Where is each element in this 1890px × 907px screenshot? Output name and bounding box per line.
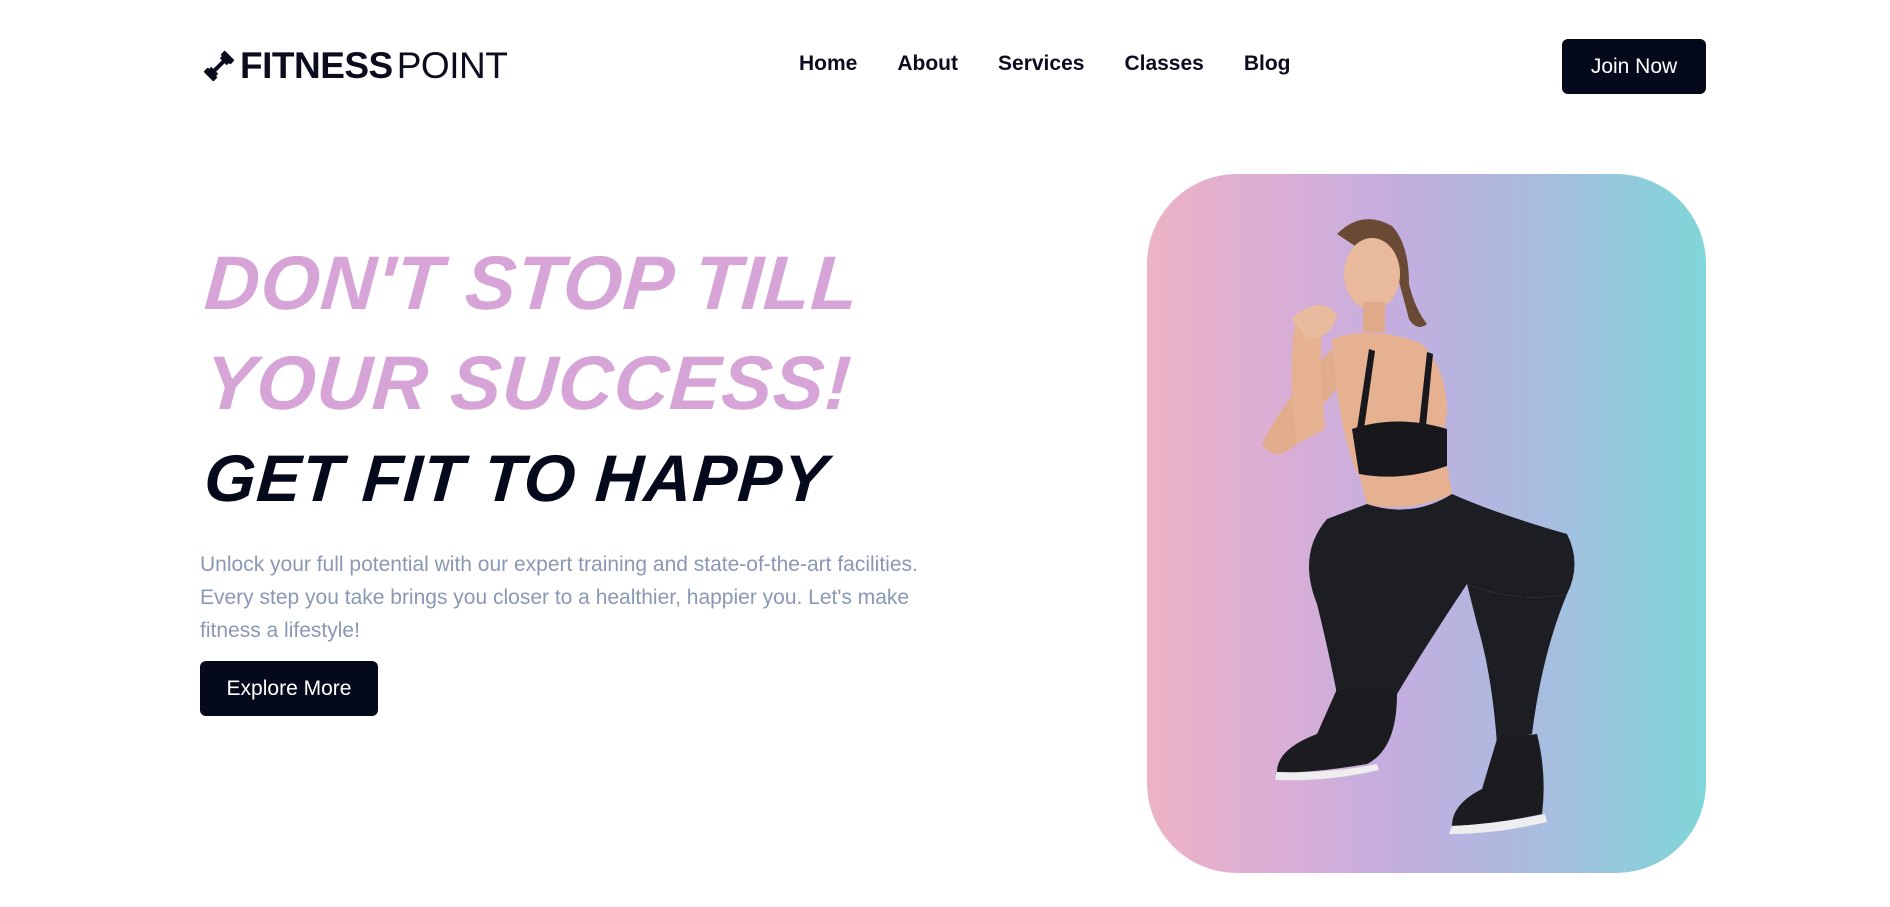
nav-link-blog[interactable]: Blog <box>1244 52 1291 76</box>
nav-link-about[interactable]: About <box>897 52 958 76</box>
brand-name-bold: FITNESS <box>240 45 393 86</box>
hero-headline-line2: YOUR SUCCESS! <box>202 341 855 426</box>
brand-logo[interactable]: FITNESS POINT <box>202 45 508 86</box>
hero-description: Unlock your full potential with our expe… <box>200 553 918 642</box>
hero-headline-line1: DON'T STOP TILL <box>202 241 862 326</box>
hero-image <box>1147 174 1706 873</box>
explore-more-button[interactable]: Explore More <box>200 661 378 716</box>
nav-link-home[interactable]: Home <box>799 52 857 76</box>
dumbbell-icon <box>203 50 235 82</box>
join-now-button[interactable]: Join Now <box>1562 39 1706 94</box>
navbar: FITNESS POINT Home About Services Classe… <box>0 0 1890 132</box>
nav-link-services[interactable]: Services <box>998 52 1084 76</box>
athlete-illustration <box>1262 219 1575 834</box>
nav-link-classes[interactable]: Classes <box>1124 52 1203 76</box>
main-nav: Home About Services Classes Blog <box>799 52 1291 76</box>
brand-name-light: POINT <box>396 45 508 86</box>
hero-headline-line3: GET FIT TO HAPPY <box>202 441 831 515</box>
